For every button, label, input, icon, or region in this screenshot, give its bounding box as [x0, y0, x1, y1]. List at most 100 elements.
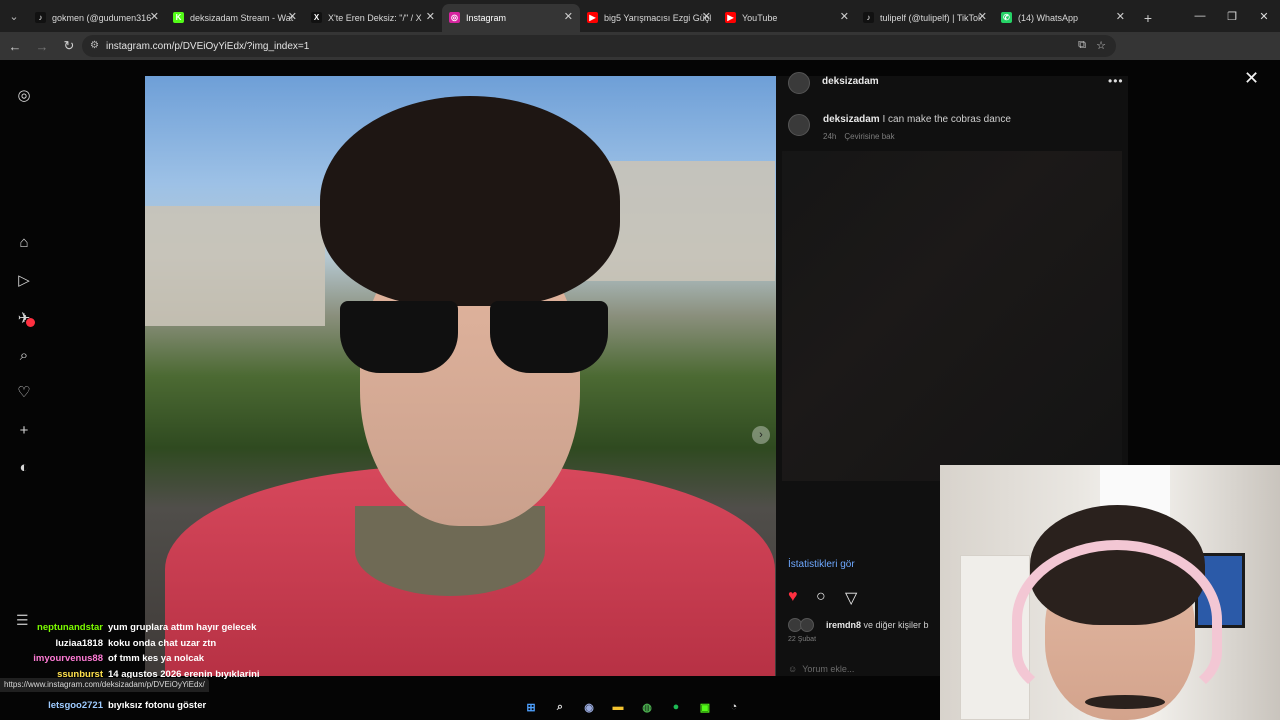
chat-username[interactable]: luziaa1818: [3, 638, 103, 649]
browser-tab[interactable]: ◎ Instagram ✕: [442, 4, 580, 32]
panel-reflection: [782, 151, 1122, 481]
browser-tab[interactable]: Kdeksizadam Stream - Wat ✕: [166, 4, 304, 32]
reload-button[interactable]: ↻: [57, 34, 81, 58]
add-comment-input[interactable]: ☺ Yorum ekle...: [788, 664, 854, 674]
webcam-overlay: [940, 465, 1280, 720]
tab-title: gokmen (@gudumen316: [52, 13, 152, 23]
restore-icon[interactable]: ❐: [1216, 0, 1248, 32]
tab-close-icon[interactable]: ✕: [564, 10, 573, 23]
url-text: instagram.com/p/DVEiOyYiEdx/?img_index=1: [106, 40, 310, 52]
browser-toolbar: ← → ↻ ⚙ instagram.com/p/DVEiOyYiEdx/?img…: [0, 32, 1280, 85]
windows-start-icon[interactable]: ⊞: [520, 696, 542, 718]
tab-title: YouTube: [742, 13, 778, 23]
chat-text: bıyıksız fotonu göster: [108, 700, 207, 711]
photo-sunglasses: [340, 301, 610, 376]
liker-avatar-2: [800, 618, 814, 632]
post-caption: deksizadam I can make the cobras dance: [823, 114, 1011, 125]
post-date: 22 Şubat: [788, 636, 817, 643]
tab-close-icon[interactable]: ✕: [426, 10, 435, 23]
liked-user[interactable]: iremdn8: [826, 620, 861, 630]
instagram-logo-icon[interactable]: ◎: [14, 85, 34, 105]
tab-close-icon[interactable]: ✕: [840, 10, 849, 23]
chat-text: of tmm kes ya nolcak: [108, 653, 205, 664]
back-button[interactable]: ←: [3, 34, 27, 58]
create-plus-icon[interactable]: +: [14, 420, 34, 440]
tab-title: (14) WhatsApp: [1018, 13, 1079, 23]
spotify-icon[interactable]: ●: [665, 696, 687, 718]
share-icon[interactable]: ▽: [845, 588, 857, 608]
chat-username[interactable]: letsgoo2721: [3, 700, 103, 711]
tab-strip: ♪ gokmen (@gudumen316 ✕ Kdeksizadam Stream …: [28, 0, 1132, 32]
address-bar[interactable]: ⚙ instagram.com/p/DVEiOyYiEdx/?img_index…: [82, 35, 1116, 57]
webcam-mustache: [1085, 695, 1165, 709]
taskbar-search-icon[interactable]: ⌕: [549, 696, 571, 718]
site-info-icon[interactable]: ⚙: [90, 40, 99, 51]
taskbar: ⊞ ⌕ ◉ ▬ ◍ ● ▣ ◔: [520, 694, 770, 720]
comment-icon[interactable]: ○: [816, 588, 826, 606]
file-explorer-icon[interactable]: ▬: [607, 696, 629, 718]
tab-title: big5 Yarışmacısı Ezgi Güçl: [604, 13, 712, 23]
tab-favicon-icon: K: [173, 12, 184, 23]
tab-favicon-icon: ♪: [35, 12, 46, 23]
post-options-icon[interactable]: •••: [1108, 74, 1124, 88]
tab-title: Instagram: [466, 13, 507, 23]
comment-placeholder: Yorum ekle...: [802, 664, 855, 674]
chat-username[interactable]: imyourvenus88: [3, 653, 103, 664]
post-photo[interactable]: [145, 76, 776, 676]
tab-search-chevron-icon[interactable]: ⌄: [0, 0, 28, 32]
tab-bar: ⌄ ♪ gokmen (@gudumen316 ✕ Kdeksizadam Strea…: [0, 0, 1280, 32]
caption-avatar[interactable]: [788, 114, 810, 136]
liked-rest[interactable]: ve diğer kişiler b: [864, 620, 929, 630]
kick-icon[interactable]: ▣: [694, 696, 716, 718]
reels-icon[interactable]: ▷: [14, 270, 34, 290]
post-age: 24h: [823, 132, 837, 141]
like-heart-icon[interactable]: ♥: [788, 588, 798, 606]
browser-tab[interactable]: ▶ YouTube ✕: [718, 4, 856, 32]
caption-meta: 24h Çevirisine bak: [823, 132, 903, 141]
home-icon[interactable]: ⌂: [14, 232, 34, 252]
emoji-icon[interactable]: ☺: [788, 664, 797, 674]
tab-close-icon[interactable]: ✕: [288, 10, 297, 23]
bookmark-star-icon[interactable]: ☆: [1096, 39, 1106, 52]
browser-tab[interactable]: ▶ big5 Yarışmacısı Ezgi Güçl ✕: [580, 4, 718, 32]
tab-favicon-icon: ♪: [863, 12, 874, 23]
tab-close-icon[interactable]: ✕: [702, 10, 711, 23]
author-username[interactable]: deksizadam: [822, 76, 879, 87]
chat-username[interactable]: neptunandstar: [3, 622, 103, 633]
author-avatar[interactable]: [788, 72, 810, 94]
tab-title: deksizadam Stream - Wat: [190, 13, 294, 23]
caption-username[interactable]: deksizadam: [823, 114, 880, 125]
next-image-chevron-icon[interactable]: ›: [752, 426, 770, 444]
instagram-sidebar: ◎ ⌂ ▷ ✈ ⌕ ♡ + ◐ ☰: [0, 60, 48, 700]
browser-tab[interactable]: ✆ (14) WhatsApp ✕: [994, 4, 1132, 32]
chrome-icon[interactable]: ◍: [636, 696, 658, 718]
notifications-heart-icon[interactable]: ♡: [14, 382, 34, 402]
tab-title: X'te Eren Deksiz: "/" / X: [328, 13, 422, 23]
browser-tab[interactable]: X X'te Eren Deksiz: "/" / X ✕: [304, 4, 442, 32]
browser-tab[interactable]: ♪ gokmen (@gudumen316 ✕: [28, 4, 166, 32]
forward-button[interactable]: →: [30, 34, 54, 58]
close-modal-icon[interactable]: ✕: [1244, 68, 1259, 89]
tab-close-icon[interactable]: ✕: [978, 10, 987, 23]
view-insights-link[interactable]: İstatistikleri gör: [788, 559, 855, 570]
browser-tab[interactable]: ♪ tulipelf (@tulipelf) | TikTok ✕: [856, 4, 994, 32]
see-translation-link[interactable]: Çevirisine bak: [844, 132, 894, 141]
close-window-icon[interactable]: ✕: [1248, 0, 1280, 32]
tab-close-icon[interactable]: ✕: [150, 10, 159, 23]
status-bar-url: https://www.instagram.com/deksizadam/p/D…: [0, 678, 209, 692]
steam-icon[interactable]: ◉: [578, 696, 600, 718]
install-app-icon[interactable]: ⧉: [1078, 39, 1086, 52]
photo-hair: [320, 96, 620, 306]
profile-icon[interactable]: ◐: [14, 457, 34, 477]
window-controls: — ❐ ✕: [1184, 0, 1280, 32]
search-icon[interactable]: ⌕: [14, 345, 34, 365]
minimize-icon[interactable]: —: [1184, 0, 1216, 32]
new-tab-button[interactable]: +: [1136, 4, 1160, 32]
notification-badge: [26, 318, 35, 327]
tab-favicon-icon: X: [311, 12, 322, 23]
tab-close-icon[interactable]: ✕: [1116, 10, 1125, 23]
media-player-icon[interactable]: ◔: [723, 696, 745, 718]
liked-by-text: iremdn8 ve diğer kişiler b: [826, 620, 929, 630]
caption-text: I can make the cobras dance: [882, 114, 1011, 125]
tab-favicon-icon: ▶: [725, 12, 736, 23]
